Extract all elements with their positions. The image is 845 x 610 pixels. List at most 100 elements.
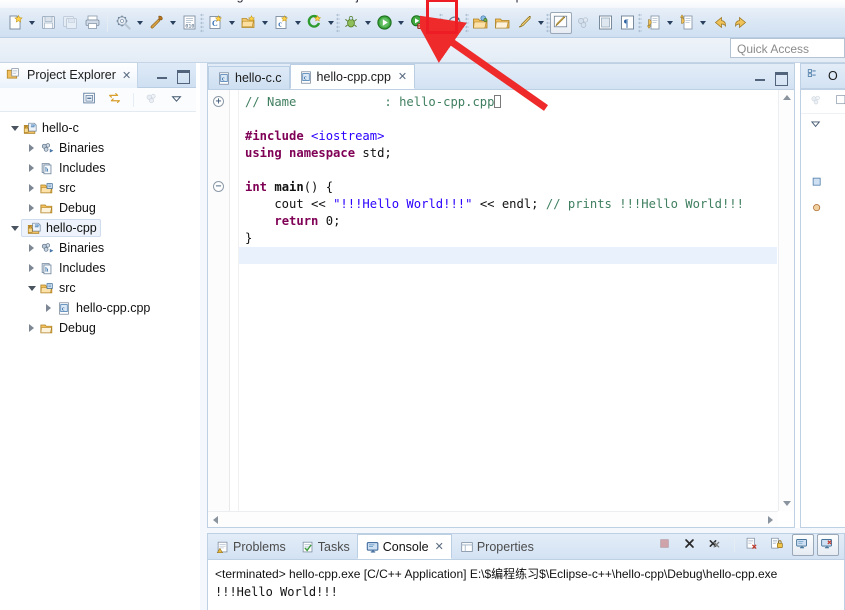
scroll-up-arrow[interactable] — [783, 95, 791, 100]
run-last-tool-icon[interactable] — [303, 12, 325, 34]
run-last-tool-dropdown-arrow[interactable] — [325, 12, 336, 34]
scroll-down-arrow[interactable] — [783, 501, 791, 506]
remove-launch-icon[interactable] — [680, 534, 702, 556]
new-c-source-icon[interactable]: c — [270, 12, 292, 34]
editor-tab-hello-c-c[interactable]: c hello-c.c — [208, 66, 290, 89]
close-icon[interactable]: ✕ — [435, 540, 444, 553]
build-all-dropdown-arrow[interactable] — [134, 12, 145, 34]
chevron-right-icon[interactable] — [42, 302, 55, 315]
show-console-on-output-icon[interactable] — [792, 534, 814, 556]
outline-view-menu-row[interactable] — [801, 114, 845, 136]
forward-icon[interactable] — [730, 12, 752, 34]
tree-item-hello-cpp[interactable]: hello-cpp — [0, 218, 196, 238]
toggle-block-selection-icon[interactable] — [594, 12, 616, 34]
chevron-right-icon[interactable] — [25, 182, 38, 195]
minimize-button[interactable] — [156, 69, 169, 82]
new-folder-icon[interactable] — [237, 12, 259, 34]
chevron-right-icon[interactable] — [25, 242, 38, 255]
console-tab-properties[interactable]: Properties — [452, 535, 541, 559]
toolbar-drag-handle-2[interactable] — [336, 12, 340, 33]
next-annotation-dropdown-arrow[interactable] — [664, 12, 675, 34]
next-annotation-icon[interactable] — [642, 12, 664, 34]
console-tab-problems[interactable]: Problems — [208, 535, 293, 559]
open-folder-icon[interactable] — [491, 12, 513, 34]
display-selected-console-icon[interactable] — [817, 534, 839, 556]
tree-item-binaries[interactable]: Binaries — [0, 138, 196, 158]
fold-collapse-icon[interactable]: − — [213, 181, 224, 192]
open-resource-icon[interactable] — [469, 12, 491, 34]
console-tab-tasks[interactable]: Tasks — [293, 535, 357, 559]
save-icon[interactable] — [37, 12, 59, 34]
new-folder-dropdown-arrow[interactable] — [259, 12, 270, 34]
build-all-icon[interactable] — [112, 12, 134, 34]
toolbar-drag-handle-4[interactable] — [465, 12, 469, 33]
editor-minimize-button[interactable] — [754, 71, 767, 84]
tab-project-explorer[interactable]: Project Explorer ✕ — [0, 62, 139, 88]
new-c-project-icon[interactable]: C — [204, 12, 226, 34]
tree-item-includes[interactable]: h Includes — [0, 258, 196, 278]
console-tab-console[interactable]: Console ✕ — [356, 534, 452, 559]
chevron-right-icon[interactable] — [25, 262, 38, 275]
editor-tab-hello-cpp-cpp[interactable]: c hello-cpp.cpp ✕ — [289, 64, 416, 89]
sort-icon[interactable] — [832, 91, 845, 113]
source-code-text[interactable]: // Name : hello-cpp.cpp #include <iostre… — [239, 90, 777, 510]
tree-item-debug[interactable]: Debug — [0, 318, 196, 338]
new-wizard-icon[interactable] — [4, 12, 26, 34]
editor-horizontal-scrollbar[interactable] — [208, 511, 778, 527]
tree-item-binaries[interactable]: Binaries — [0, 238, 196, 258]
marker-pen-icon[interactable] — [513, 12, 535, 34]
fold-expand-icon[interactable]: + — [213, 96, 224, 107]
editor-vertical-scrollbar[interactable] — [778, 90, 794, 511]
skip-breakpoints-icon[interactable] — [443, 12, 465, 34]
chevron-right-icon[interactable] — [25, 162, 38, 175]
toolbar-drag-handle-6[interactable] — [638, 12, 642, 33]
build-hammer-dropdown-arrow[interactable] — [167, 12, 178, 34]
scroll-lock-icon[interactable] — [767, 534, 789, 556]
tree-item-src[interactable]: src — [0, 178, 196, 198]
new-c-source-dropdown-arrow[interactable] — [292, 12, 303, 34]
scroll-left-arrow[interactable] — [213, 516, 218, 524]
show-whitespace-icon[interactable] — [572, 12, 594, 34]
chevron-right-icon[interactable] — [25, 202, 38, 215]
new-wizard-dropdown-arrow[interactable] — [26, 12, 37, 34]
back-icon[interactable] — [708, 12, 730, 34]
previous-annotation-dropdown-arrow[interactable] — [697, 12, 708, 34]
run-external-tools-icon[interactable] — [406, 12, 428, 34]
chevron-right-icon[interactable] — [25, 142, 38, 155]
tree-item-hello-cpp-cpp[interactable]: c hello-cpp.cpp — [0, 298, 196, 318]
chevron-down-icon[interactable] — [25, 282, 38, 295]
collapse-all-icon[interactable] — [79, 89, 101, 111]
toolbar-drag-handle-3[interactable] — [439, 12, 443, 33]
remove-all-terminated-icon[interactable] — [705, 534, 727, 556]
run-icon[interactable] — [373, 12, 395, 34]
tree-item-src[interactable]: src — [0, 278, 196, 298]
close-icon[interactable]: ✕ — [122, 69, 131, 82]
binary-toggle-icon[interactable]: 010 — [178, 12, 200, 34]
project-tree[interactable]: hello-c Binaries h Includes src Debug hello-cp… — [0, 112, 196, 338]
quick-access-input[interactable]: Quick Access — [730, 38, 845, 58]
marker-pen-dropdown-arrow[interactable] — [535, 12, 546, 34]
toggle-mark-occurrences-icon[interactable] — [550, 11, 572, 34]
toolbar-drag-handle-5[interactable] — [546, 12, 550, 33]
toolbar-drag-handle[interactable] — [200, 12, 204, 33]
tree-item-debug[interactable]: Debug — [0, 198, 196, 218]
editor-maximize-button[interactable] — [774, 71, 788, 86]
explorer-editor-sash[interactable] — [200, 63, 207, 610]
maximize-button[interactable] — [176, 69, 190, 84]
console-output-frame[interactable]: <terminated> hello-cpp.exe [C/C++ Applic… — [207, 559, 845, 610]
previous-annotation-icon[interactable] — [675, 12, 697, 34]
clear-console-icon[interactable] — [742, 534, 764, 556]
outline-tab[interactable]: O — [800, 63, 845, 89]
build-hammer-icon[interactable] — [145, 12, 167, 34]
chevron-down-icon[interactable] — [8, 122, 21, 135]
close-icon[interactable]: ✕ — [398, 70, 407, 83]
view-menu-icon[interactable] — [166, 89, 188, 111]
outline-entry-main[interactable] — [801, 202, 845, 220]
scroll-right-arrow[interactable] — [768, 516, 773, 524]
show-pilcrow-icon[interactable]: ¶ — [616, 12, 638, 34]
tree-item-includes[interactable]: h Includes — [0, 158, 196, 178]
debug-dropdown-arrow[interactable] — [362, 12, 373, 34]
link-with-editor-icon[interactable] — [104, 89, 126, 111]
run-dropdown-arrow[interactable] — [395, 12, 406, 34]
outline-entry-include[interactable] — [801, 176, 845, 194]
